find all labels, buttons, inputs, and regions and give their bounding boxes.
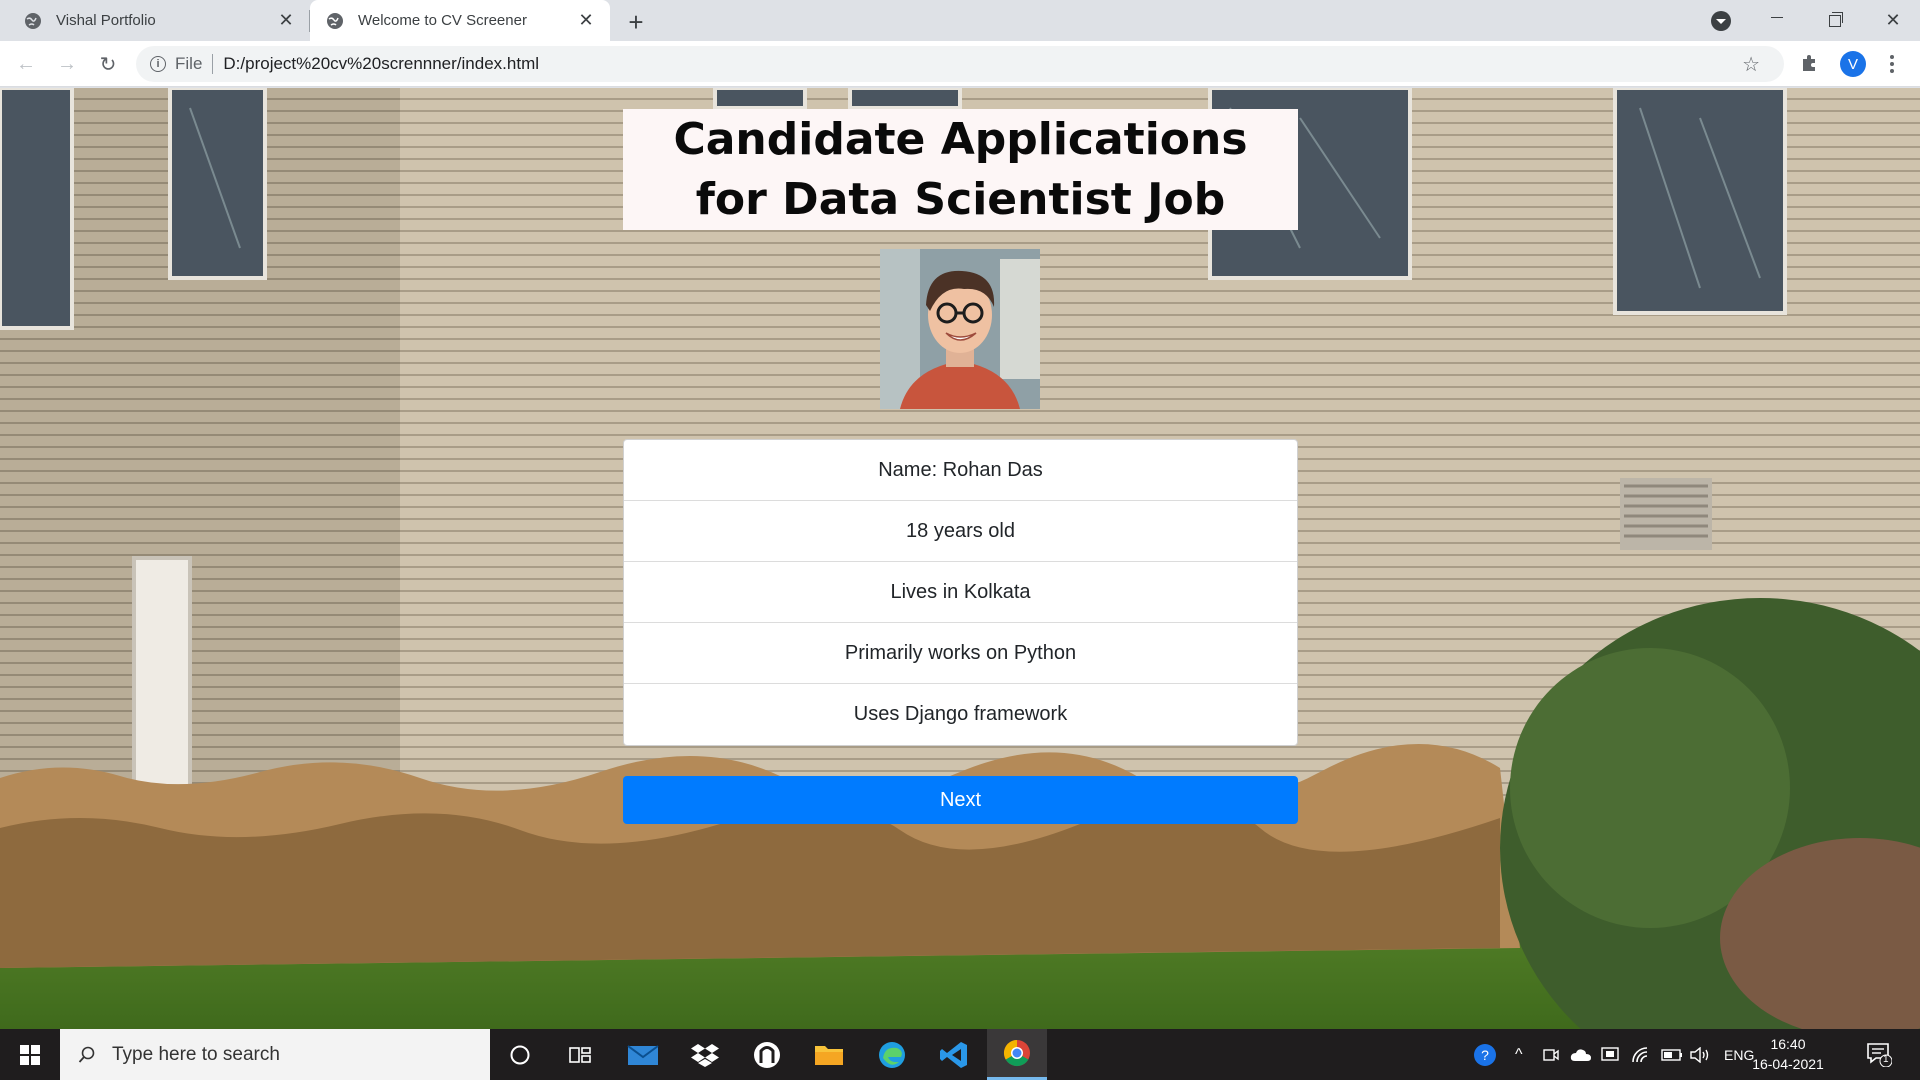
browser-toolbar: ← → ↻ i File D:/project%20cv%20scrennner… bbox=[0, 41, 1920, 87]
forward-icon[interactable]: → bbox=[53, 50, 81, 78]
candidate-city: Lives in Kolkata bbox=[624, 562, 1297, 623]
clock-date: 16-04-2021 bbox=[1752, 1056, 1824, 1072]
info-icon[interactable]: i bbox=[150, 56, 166, 72]
page-viewport: Candidate Applications for Data Scientis… bbox=[0, 88, 1920, 1029]
chrome-icon[interactable] bbox=[987, 1029, 1047, 1080]
tab-search-icon[interactable] bbox=[1711, 11, 1731, 31]
svg-text:?: ? bbox=[1481, 1047, 1489, 1063]
clock-time: 16:40 bbox=[1770, 1036, 1806, 1052]
tab-welcome-cv-screener[interactable]: Welcome to CV Screener ✕ bbox=[310, 0, 610, 41]
task-view-icon[interactable] bbox=[550, 1029, 610, 1080]
tab-title: Welcome to CV Screener bbox=[358, 12, 527, 29]
restore-icon bbox=[1829, 11, 1843, 27]
search-placeholder: Type here to search bbox=[112, 1043, 280, 1065]
minimize-icon bbox=[1771, 17, 1783, 18]
action-center-icon[interactable]: 1 bbox=[1866, 1041, 1893, 1068]
candidate-info-list: Name: Rohan Das 18 years old Lives in Ko… bbox=[623, 439, 1298, 746]
tab-close-icon[interactable]: ✕ bbox=[276, 10, 296, 31]
windows-logo-icon bbox=[20, 1044, 40, 1065]
next-button[interactable]: Next bbox=[623, 776, 1298, 824]
search-icon bbox=[78, 1046, 95, 1063]
candidate-photo bbox=[880, 249, 1040, 409]
file-explorer-icon[interactable] bbox=[799, 1029, 859, 1080]
vscode-icon[interactable] bbox=[924, 1029, 984, 1080]
meet-now-icon[interactable] bbox=[1543, 1029, 1559, 1080]
globe-icon bbox=[25, 12, 41, 29]
tab-close-icon[interactable]: ✕ bbox=[576, 10, 596, 31]
profile-avatar[interactable]: V bbox=[1840, 51, 1866, 77]
menu-kebab-icon[interactable] bbox=[1882, 51, 1902, 77]
taskbar-search-box[interactable]: Type here to search bbox=[60, 1029, 490, 1080]
notification-count: 1 bbox=[1883, 1054, 1889, 1065]
close-window-button[interactable]: ✕ bbox=[1864, 0, 1920, 41]
onedrive-cloud-icon[interactable] bbox=[1570, 1029, 1592, 1080]
system-clock[interactable]: 16:40 16-04-2021 bbox=[1740, 1034, 1836, 1074]
scheme-label: File bbox=[175, 54, 203, 73]
minimize-button[interactable] bbox=[1748, 0, 1806, 41]
candidate-age: 18 years old bbox=[624, 501, 1297, 562]
close-icon: ✕ bbox=[1885, 10, 1901, 30]
volume-icon[interactable] bbox=[1690, 1029, 1712, 1080]
bookmark-star-icon[interactable]: ☆ bbox=[1742, 52, 1760, 77]
candidate-framework: Uses Django framework bbox=[853, 703, 1068, 725]
security-icon[interactable] bbox=[1601, 1029, 1619, 1080]
tab-title: Vishal Portfolio bbox=[56, 12, 156, 29]
puzzle-icon bbox=[1803, 55, 1815, 71]
back-icon[interactable]: ← bbox=[12, 50, 40, 78]
extensions-puzzle-icon[interactable] bbox=[1799, 52, 1821, 74]
address-divider bbox=[212, 54, 214, 74]
globe-icon bbox=[327, 12, 343, 29]
candidate-portrait-image bbox=[880, 249, 1040, 409]
restore-button[interactable] bbox=[1806, 0, 1864, 41]
tab-vishal-portfolio[interactable]: Vishal Portfolio ✕ bbox=[0, 0, 310, 41]
start-button[interactable] bbox=[0, 1029, 60, 1080]
wifi-icon[interactable] bbox=[1632, 1029, 1650, 1080]
cortana-icon[interactable] bbox=[490, 1029, 550, 1080]
candidate-language: Primarily works on Python bbox=[624, 623, 1297, 684]
dropbox-icon[interactable] bbox=[675, 1029, 735, 1080]
page-title-box: Candidate Applications for Data Scientis… bbox=[623, 109, 1298, 230]
edge-icon[interactable] bbox=[862, 1029, 922, 1080]
new-tab-icon[interactable]: + bbox=[622, 7, 650, 37]
windows-taskbar: Type here to search ? ^ ENG 16:40 16-04-… bbox=[0, 1029, 1920, 1080]
url-text[interactable]: D:/project%20cv%20scrennner/index.html bbox=[223, 54, 539, 74]
mail-icon[interactable] bbox=[613, 1029, 673, 1080]
help-icon[interactable]: ? bbox=[1472, 1029, 1498, 1080]
tab-strip: Vishal Portfolio ✕ Welcome to CV Screene… bbox=[0, 0, 1920, 41]
reload-icon[interactable]: ↻ bbox=[94, 50, 122, 78]
show-hidden-icons-icon[interactable]: ^ bbox=[1515, 1029, 1523, 1080]
candidate-name: Name: Rohan Das bbox=[624, 440, 1297, 501]
battery-icon[interactable] bbox=[1661, 1029, 1683, 1080]
address-bar[interactable]: i File D:/project%20cv%20scrennner/index… bbox=[136, 46, 1784, 82]
app-icon[interactable] bbox=[737, 1029, 797, 1080]
page-title: Candidate Applications for Data Scientis… bbox=[673, 113, 1248, 225]
